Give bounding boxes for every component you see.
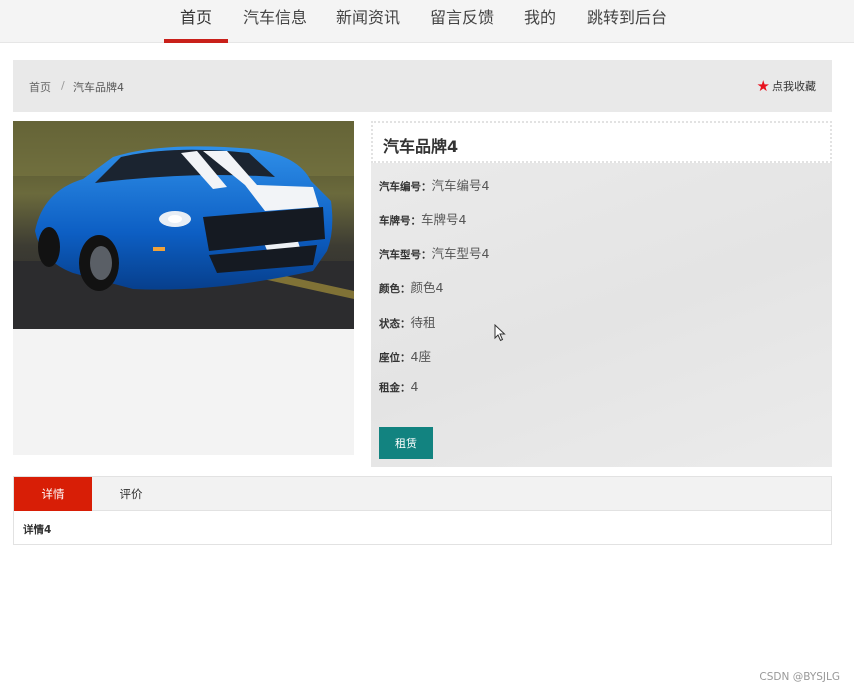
- tab-reviews[interactable]: 评价: [92, 477, 170, 511]
- field-plate: 车牌号：车牌号4: [379, 212, 467, 227]
- breadcrumb: 首页 / 汽车品牌4 ★ 点我收藏: [13, 60, 832, 112]
- field-status: 状态：待租: [379, 315, 436, 330]
- breadcrumb-home[interactable]: 首页: [29, 79, 51, 95]
- field-model: 汽车型号：汽车型号4: [379, 246, 490, 261]
- detail-tabs: 详情 评价 详情4: [13, 476, 832, 545]
- breadcrumb-current: 汽车品牌4: [73, 81, 124, 94]
- nav-item-mine[interactable]: 我的: [518, 0, 562, 43]
- tab-content: 详情4: [23, 524, 52, 536]
- field-seats: 座位：4座: [379, 349, 431, 364]
- field-rent: 租金：4: [379, 379, 419, 394]
- favorite-link[interactable]: ★ 点我收藏: [757, 78, 816, 94]
- rent-button[interactable]: 租赁: [379, 427, 433, 459]
- tab-details[interactable]: 详情: [14, 477, 92, 511]
- mouse-cursor-icon: [494, 324, 506, 342]
- top-nav: 首页 汽车信息 新闻资讯 留言反馈 我的 跳转到后台: [0, 0, 854, 43]
- tab-bar: 详情 评价: [14, 477, 831, 511]
- nav-item-admin[interactable]: 跳转到后台: [582, 0, 672, 43]
- nav-item-news[interactable]: 新闻资讯: [331, 0, 405, 43]
- title-box: 汽车品牌4: [371, 121, 832, 163]
- breadcrumb-separator: /: [61, 79, 65, 92]
- field-car-number: 汽车编号：汽车编号4: [379, 178, 490, 193]
- favorite-label: 点我收藏: [772, 80, 816, 93]
- nav-item-feedback[interactable]: 留言反馈: [425, 0, 499, 43]
- star-icon: ★: [756, 77, 770, 95]
- nav-active-indicator: [164, 39, 228, 43]
- nav-item-cars[interactable]: 汽车信息: [238, 0, 312, 43]
- watermark: CSDN @BYSJLG: [759, 671, 840, 683]
- product-image-panel: [13, 121, 354, 455]
- product-title: 汽车品牌4: [383, 137, 459, 156]
- nav-item-home[interactable]: 首页: [164, 0, 228, 43]
- car-photo: [13, 121, 354, 329]
- field-color: 颜色：颜色4: [379, 280, 444, 295]
- product-info-panel: 汽车品牌4 汽车编号：汽车编号4 车牌号：车牌号4 汽车型号：汽车型号4 颜色：…: [371, 121, 832, 467]
